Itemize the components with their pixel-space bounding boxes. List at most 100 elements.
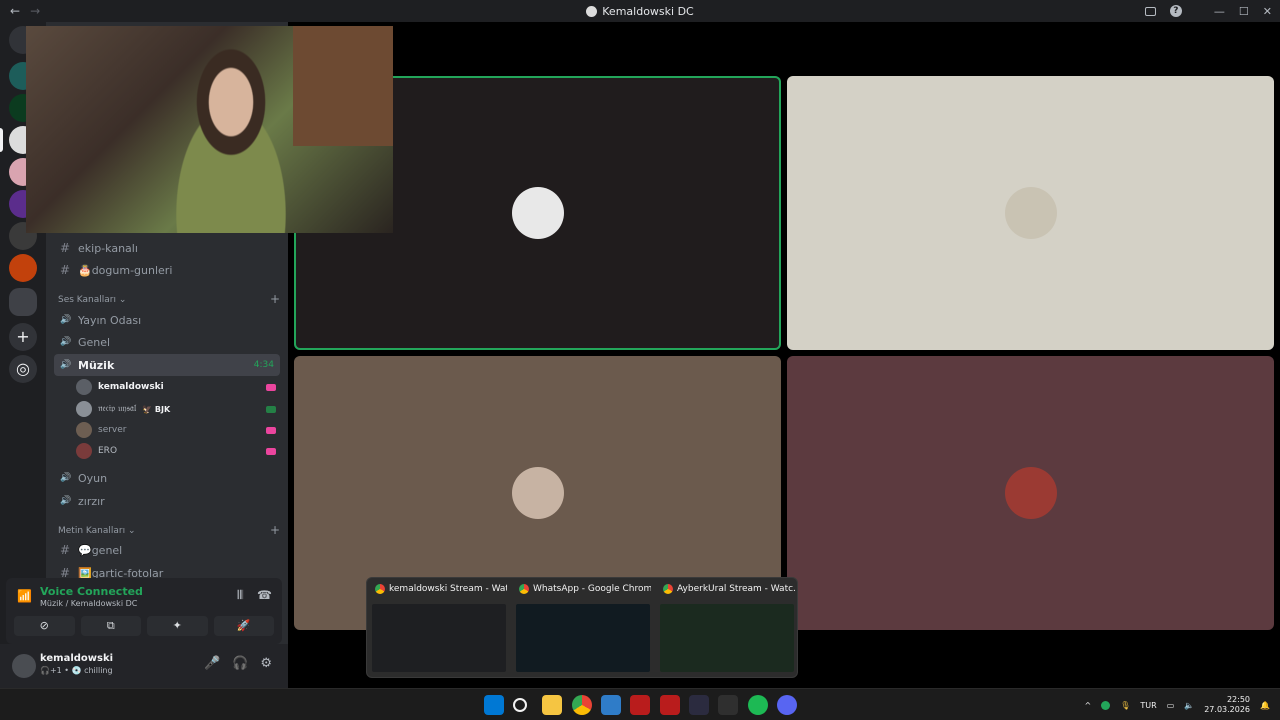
language-indicator[interactable]: TUR bbox=[1140, 701, 1156, 710]
maximize-icon[interactable]: ☐ bbox=[1239, 5, 1249, 18]
add-server-icon[interactable]: + bbox=[9, 323, 37, 351]
speaker-icon: 🔊 bbox=[60, 473, 72, 483]
channel-label: ekip-kanalı bbox=[78, 241, 138, 255]
spotify-icon[interactable] bbox=[748, 695, 768, 715]
channel-genel[interactable]: # 💬genel bbox=[54, 539, 280, 561]
help-icon[interactable]: ? bbox=[1169, 5, 1182, 17]
hash-icon: # bbox=[60, 263, 71, 277]
add-channel-icon[interactable]: + bbox=[270, 292, 280, 306]
photos-icon[interactable] bbox=[601, 695, 621, 715]
chrome-icon bbox=[519, 584, 529, 594]
twitch-icon-2[interactable] bbox=[660, 695, 680, 715]
username[interactable]: kemaldowski bbox=[40, 653, 113, 664]
file-explorer-icon[interactable] bbox=[542, 695, 562, 715]
notification-bell-icon[interactable]: 🔔 bbox=[1260, 701, 1270, 710]
thumbnail-title: WhatsApp - Google Chrome bbox=[519, 584, 651, 594]
voice-category-header[interactable]: Ses Kanalları ⌄ + bbox=[58, 292, 280, 306]
thumbnail-title-text: kemaldowski Stream - Wat... bbox=[389, 584, 507, 594]
participant-tile[interactable] bbox=[787, 356, 1274, 630]
window-thumbnail[interactable]: kemaldowski Stream - Wat... bbox=[367, 578, 511, 679]
server-icon-6[interactable] bbox=[9, 254, 37, 282]
voice-channel-oyun[interactable]: 🔊 Oyun bbox=[54, 467, 280, 489]
network-icon[interactable]: ▭ bbox=[1167, 701, 1175, 710]
window-thumbnail[interactable]: AyberkUral Stream - Watc... bbox=[655, 578, 799, 679]
thumbnail-title-text: WhatsApp - Google Chrome bbox=[533, 584, 651, 594]
voice-channel-yayin-odasi[interactable]: 🔊 Yayın Odası bbox=[54, 309, 280, 331]
thumbnail-title: AyberkUral Stream - Watc... bbox=[663, 584, 795, 594]
webcam-overlay bbox=[26, 26, 393, 233]
channel-ekip-kanali[interactable]: # ekip-kanalı bbox=[54, 237, 280, 259]
avatar[interactable] bbox=[12, 654, 36, 678]
hash-icon: # bbox=[60, 241, 71, 255]
voice-user-name: ERO bbox=[98, 446, 118, 456]
voice-user-row[interactable]: server bbox=[76, 420, 280, 440]
user-controls: 🎤 🎧 ⚙ bbox=[204, 656, 272, 671]
window-thumbnail[interactable]: WhatsApp - Google Chrome bbox=[511, 578, 655, 679]
thumbnail-preview bbox=[660, 604, 794, 672]
channel-label: zırzır bbox=[78, 494, 105, 508]
user-badge: 🦅 BJK bbox=[142, 404, 171, 414]
text-category-header[interactable]: Metin Kanalları ⌄ + bbox=[58, 523, 280, 537]
inbox-icon[interactable] bbox=[1144, 6, 1156, 16]
disconnect-icon[interactable]: ☎ bbox=[257, 588, 272, 603]
headphones-icon[interactable]: 🎧 bbox=[232, 656, 248, 671]
participant-tile[interactable] bbox=[787, 76, 1274, 350]
thumbnail-title-text: AyberkUral Stream - Watc... bbox=[677, 584, 795, 594]
voice-channel-zirzir[interactable]: 🔊 zırzır bbox=[54, 490, 280, 512]
chrome-icon bbox=[375, 584, 385, 594]
microphone-icon[interactable]: 🎤 bbox=[204, 656, 220, 671]
system-tray: ^ 🎙 TUR ▭ 🔈 22:50 27.03.2026 🔔 bbox=[1085, 689, 1270, 720]
terminal-icon[interactable] bbox=[718, 695, 738, 715]
chrome-icon[interactable] bbox=[572, 695, 592, 715]
speaker-icon: 🔊 bbox=[60, 360, 72, 370]
streaming-icon bbox=[266, 383, 276, 391]
category-label: Ses Kanalları ⌄ bbox=[58, 295, 127, 305]
volume-icon[interactable]: 🔈 bbox=[1184, 701, 1194, 710]
voice-channel-muzik[interactable]: 🔊 Müzik 4:34 bbox=[54, 354, 280, 376]
search-icon[interactable] bbox=[513, 698, 527, 712]
twitch-icon[interactable] bbox=[630, 695, 650, 715]
noise-suppression-icon[interactable]: 𝄃𝄃 bbox=[238, 588, 243, 603]
voice-channel-genel[interactable]: 🔊 Genel bbox=[54, 331, 280, 353]
streaming-icon bbox=[266, 447, 276, 455]
channel-label: Oyun bbox=[78, 471, 108, 485]
minimize-icon[interactable]: — bbox=[1214, 5, 1225, 18]
channel-label: Genel bbox=[78, 335, 111, 349]
tray-mic-icon[interactable]: 🎙 bbox=[1120, 701, 1130, 710]
thumbnail-preview bbox=[516, 604, 650, 672]
server-folder-icon[interactable] bbox=[9, 288, 37, 316]
channel-dogum-gunleri[interactable]: # 🎂dogum-gunleri bbox=[54, 259, 280, 281]
nav-buttons: ← → bbox=[0, 4, 40, 18]
discord-icon[interactable] bbox=[777, 695, 797, 715]
voice-panel-actions: 𝄃𝄃 ☎ bbox=[238, 588, 272, 603]
back-arrow-icon[interactable]: ← bbox=[10, 4, 20, 18]
speaker-icon: 🔊 bbox=[60, 337, 72, 347]
camera-off-button[interactable]: ⊘ bbox=[14, 616, 75, 636]
voice-user-row[interactable]: ERO bbox=[76, 441, 280, 461]
video-icon bbox=[266, 405, 276, 413]
category-label: Metin Kanalları ⌄ bbox=[58, 526, 136, 536]
forward-arrow-icon[interactable]: → bbox=[30, 4, 40, 18]
avatar bbox=[76, 422, 92, 438]
add-channel-icon[interactable]: + bbox=[270, 523, 280, 537]
settings-gear-icon[interactable]: ⚙ bbox=[260, 656, 272, 671]
explore-servers-icon[interactable]: ◎ bbox=[9, 355, 37, 383]
soundboard-button[interactable]: 🚀 bbox=[213, 616, 274, 636]
voice-user-row[interactable]: 𝔫𝔢𝔠𝔦𝔭 𝔲𝔶𝔰𝔞𝔩 🦅 BJK bbox=[76, 399, 280, 419]
activities-button[interactable]: ✦ bbox=[147, 616, 208, 636]
clock[interactable]: 22:50 27.03.2026 bbox=[1204, 695, 1250, 715]
avatar bbox=[76, 443, 92, 459]
windows-start-icon[interactable] bbox=[484, 695, 504, 715]
tray-chevron-icon[interactable]: ^ bbox=[1085, 701, 1092, 710]
tray-status-icon[interactable] bbox=[1101, 700, 1111, 710]
voice-user-name: kemaldowski bbox=[98, 382, 164, 392]
title-bar-controls: ? — ☐ ✕ bbox=[1144, 0, 1272, 22]
connection-signal-icon[interactable]: 📶 bbox=[17, 589, 32, 603]
window-title: Kemaldowski DC bbox=[0, 5, 1280, 18]
screen-share-button[interactable]: ⧉ bbox=[80, 616, 141, 636]
close-icon[interactable]: ✕ bbox=[1263, 5, 1272, 18]
voice-user-row[interactable]: kemaldowski bbox=[76, 377, 280, 397]
channel-label: Yayın Odası bbox=[78, 313, 142, 327]
voice-channel-path[interactable]: Müzik / Kemaldowski DC bbox=[40, 599, 137, 608]
kick-icon[interactable] bbox=[689, 695, 709, 715]
